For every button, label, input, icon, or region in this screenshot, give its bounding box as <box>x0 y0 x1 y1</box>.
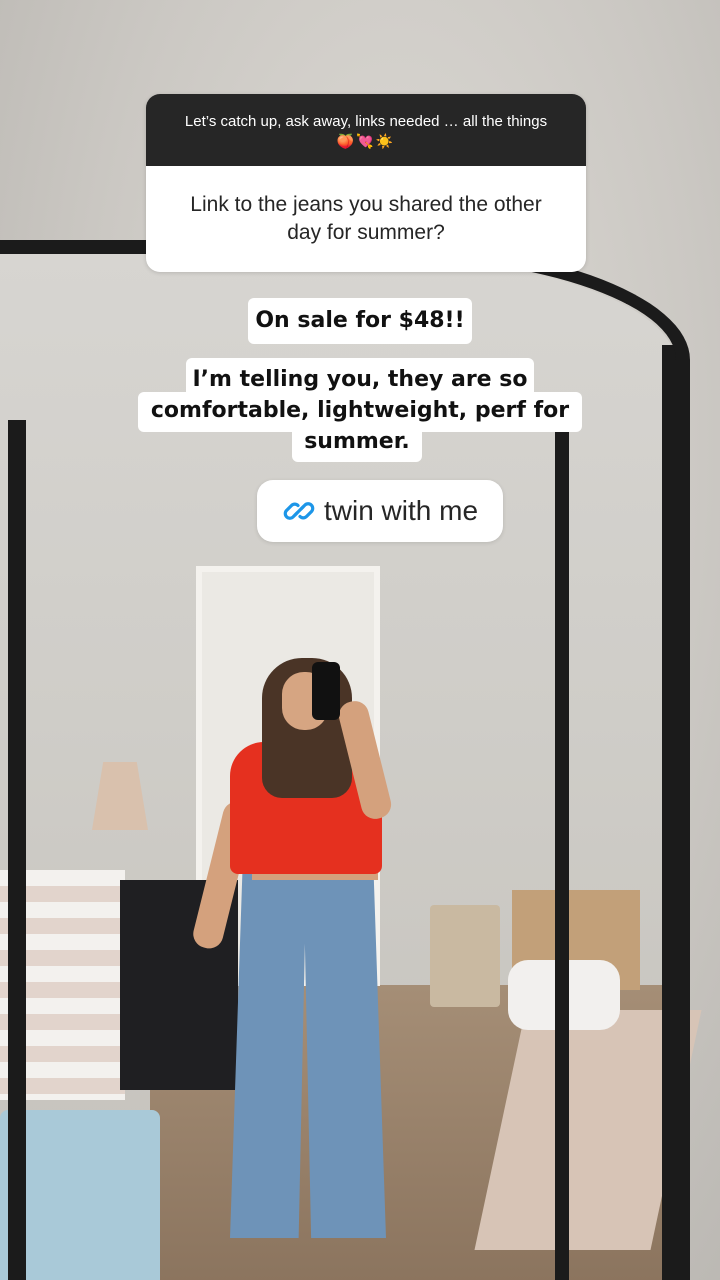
question-text: Link to the jeans you shared the other d… <box>190 193 542 244</box>
caption-line: comfortable, lightweight, perf for <box>138 392 582 432</box>
caption-line: I’m telling you, they are so <box>186 358 534 396</box>
question-prompt: Let’s catch up, ask away, links needed …… <box>146 94 586 166</box>
question-prompt-text: Let’s catch up, ask away, links needed …… <box>184 113 548 130</box>
question-answer: Link to the jeans you shared the other d… <box>146 166 586 272</box>
link-icon <box>282 494 316 528</box>
prompt-emojis: 🍑💘☀️ <box>336 133 396 149</box>
link-label: twin with me <box>323 495 479 526</box>
caption-sale: On sale for $48!! <box>248 298 472 344</box>
link-sticker[interactable]: twin with me <box>257 480 503 542</box>
caption-line: summer. <box>292 428 422 462</box>
question-sticker[interactable]: Let’s catch up, ask away, links needed …… <box>146 94 586 272</box>
